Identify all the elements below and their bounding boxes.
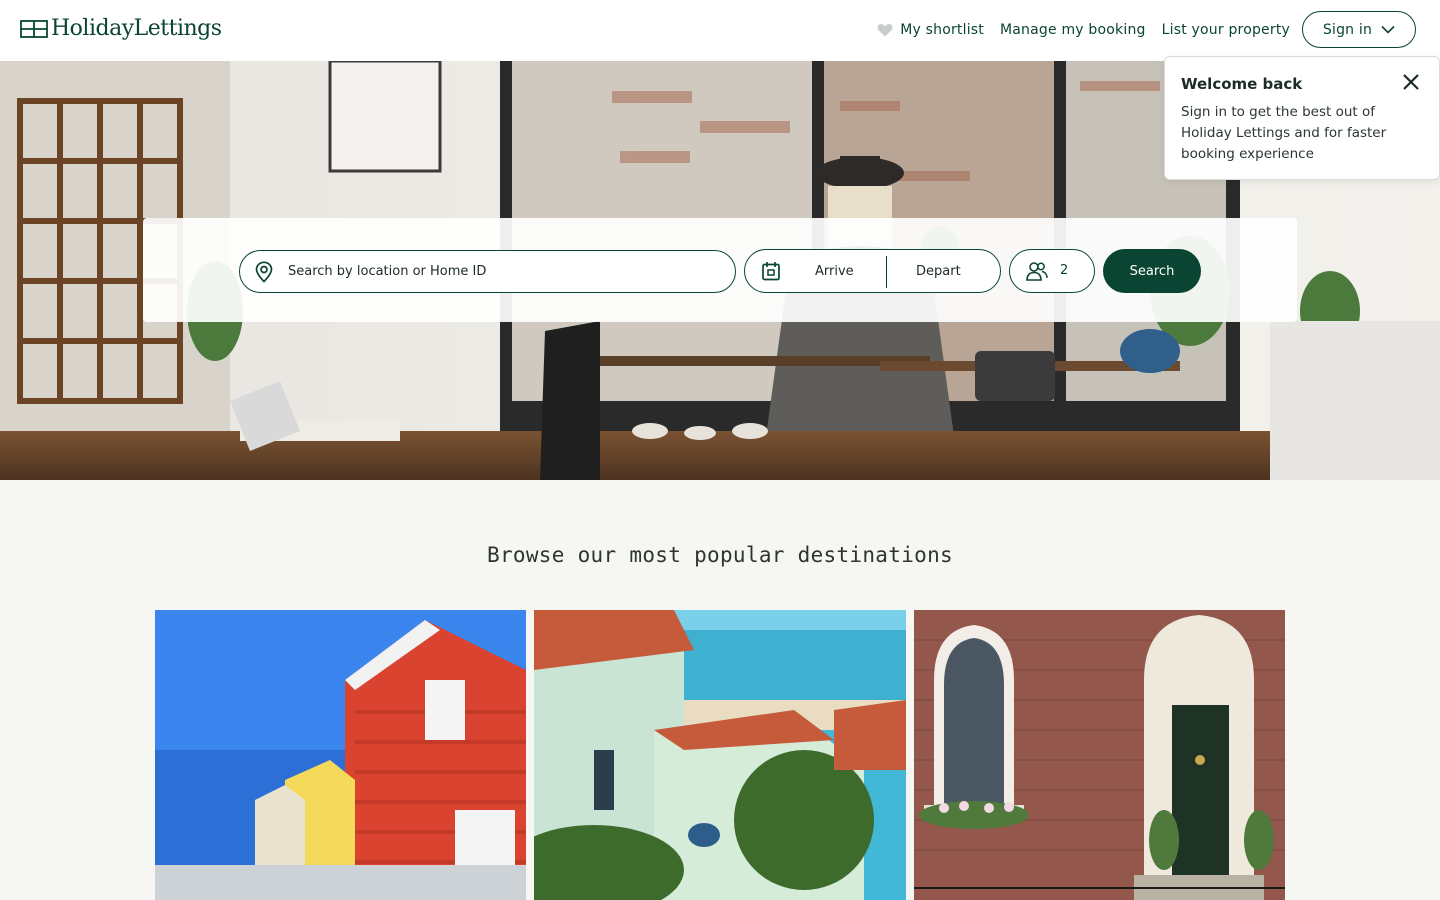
destination-card-beach[interactable]: [534, 610, 906, 900]
search-panel: Arrive Depart 2 Search: [143, 218, 1297, 322]
top-nav: My shortlist Manage my booking List your…: [861, 11, 1416, 48]
destination-card-townhouse[interactable]: [914, 610, 1285, 900]
site-header: HolidayLettings My shortlist Manage my b…: [0, 0, 1440, 61]
logo[interactable]: HolidayLettings: [20, 16, 222, 41]
guest-count: 2: [1060, 263, 1069, 278]
guests-icon: [1026, 262, 1048, 281]
sign-in-label: Sign in: [1322, 21, 1373, 38]
logo-icon: [20, 19, 48, 38]
logo-text: HolidayLettings: [51, 16, 222, 41]
welcome-popover: Welcome back Sign in to get the best out…: [1164, 56, 1440, 180]
arrive-field[interactable]: Arrive: [815, 264, 854, 279]
destination-image: [914, 610, 1285, 900]
popover-title: Welcome back: [1181, 75, 1303, 93]
manage-booking-link[interactable]: Manage my booking: [1000, 22, 1146, 38]
guests-selector[interactable]: 2: [1009, 249, 1095, 293]
location-search[interactable]: [239, 250, 736, 293]
destination-image: [534, 610, 906, 900]
heart-icon: [877, 23, 893, 36]
chevron-down-icon: [1381, 25, 1395, 34]
date-picker[interactable]: Arrive Depart: [744, 249, 1001, 293]
close-icon[interactable]: [1401, 72, 1421, 92]
calendar-icon: [762, 262, 780, 281]
date-divider: [886, 256, 887, 288]
sign-in-button[interactable]: Sign in: [1302, 11, 1416, 48]
shortlist-label: My shortlist: [900, 21, 984, 38]
shortlist-link[interactable]: My shortlist: [877, 22, 984, 38]
location-pin-icon: [255, 260, 273, 283]
popover-body: Sign in to get the best out of Holiday L…: [1181, 104, 1387, 162]
search-button[interactable]: Search: [1103, 249, 1201, 293]
section-title: Browse our most popular destinations: [487, 543, 953, 567]
destination-card-harbour[interactable]: [155, 610, 526, 900]
depart-field[interactable]: Depart: [916, 264, 961, 279]
search-input[interactable]: [288, 264, 708, 279]
destination-image: [155, 610, 526, 900]
list-property-link[interactable]: List your property: [1162, 22, 1290, 38]
